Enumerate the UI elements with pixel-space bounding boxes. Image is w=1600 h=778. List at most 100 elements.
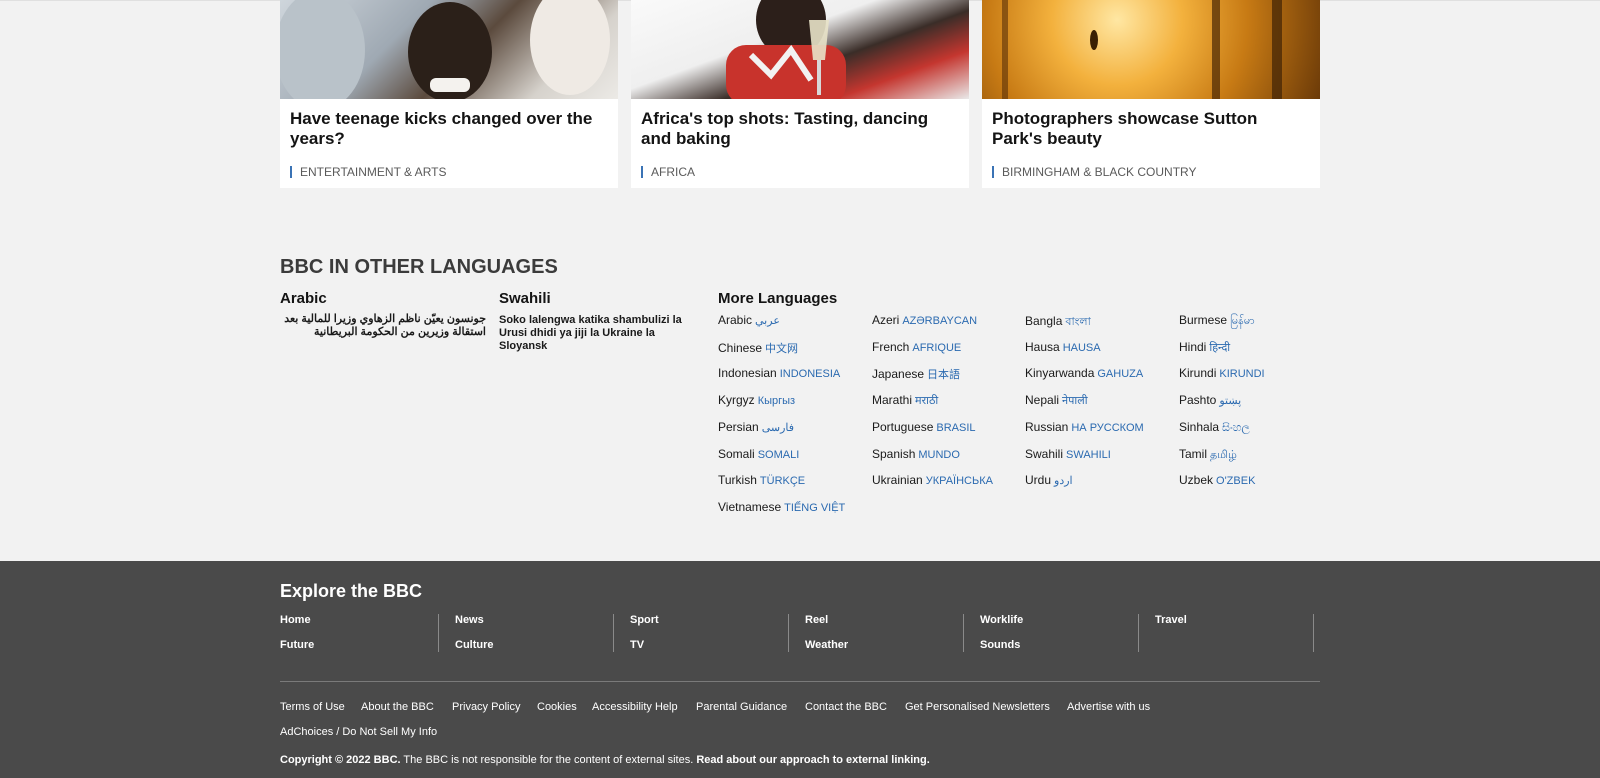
footer-nav-link[interactable]: Travel bbox=[1155, 614, 1187, 626]
language-link[interactable]: Arabic عربي bbox=[718, 313, 780, 327]
story-section-tag[interactable]: BIRMINGHAM & BLACK COUNTRY bbox=[992, 166, 1196, 178]
language-link[interactable]: Russian НА РУССКОМ bbox=[1025, 420, 1144, 434]
footer-nav-link[interactable]: Culture bbox=[455, 639, 494, 651]
story-headline[interactable]: Have teenage kicks changed over the year… bbox=[290, 109, 610, 149]
footer-nav: Home Future News Culture Sport TV Reel Weather W… bbox=[280, 614, 1320, 666]
language-link[interactable]: Indonesian INDONESIA bbox=[718, 366, 840, 380]
footer-legal-link[interactable]: Parental Guidance bbox=[696, 701, 787, 713]
language-link[interactable]: French AFRIQUE bbox=[872, 340, 961, 354]
language-native-name: TIẾNG VIỆT bbox=[784, 502, 846, 514]
language-link[interactable]: Urdu اردو bbox=[1025, 473, 1073, 487]
language-name: Japanese bbox=[872, 367, 925, 381]
footer-nav-separator bbox=[1138, 614, 1139, 652]
language-link[interactable]: Kyrgyz Кыргыз bbox=[718, 393, 795, 407]
language-link[interactable]: Nepali नेपाली bbox=[1025, 393, 1088, 408]
language-link[interactable]: Turkish TÜRKÇE bbox=[718, 473, 805, 487]
language-link[interactable]: Hindi हिन्दी bbox=[1179, 340, 1230, 355]
language-native-name: فارسی bbox=[761, 422, 794, 434]
story-section-tag[interactable]: ENTERTAINMENT & ARTS bbox=[290, 166, 446, 178]
footer-nav-link[interactable]: Sport bbox=[630, 614, 659, 626]
footer-nav-link[interactable]: Future bbox=[280, 639, 314, 651]
language-link[interactable]: Bangla বাংলা bbox=[1025, 313, 1091, 332]
footer-legal-link[interactable]: Terms of Use bbox=[280, 701, 345, 713]
swahili-story-link[interactable]: Soko lalengwa katika shambulizi la Urusi… bbox=[499, 314, 699, 353]
language-native-name: GAHUZA bbox=[1097, 368, 1144, 380]
language-name: Indonesian bbox=[718, 366, 777, 380]
language-name: Kyrgyz bbox=[718, 393, 755, 407]
language-name: Ukrainian bbox=[872, 473, 923, 487]
language-native-name: O'ZBEK bbox=[1216, 475, 1256, 487]
language-link[interactable]: Somali SOMALI bbox=[718, 447, 799, 461]
language-link[interactable]: Kinyarwanda GAHUZA bbox=[1025, 366, 1143, 380]
footer-legal-link[interactable]: AdChoices / Do Not Sell My Info bbox=[280, 726, 437, 738]
language-link[interactable]: Sinhala සිංහල bbox=[1179, 420, 1250, 435]
footer-nav-separator bbox=[613, 614, 614, 652]
footer-nav-link[interactable]: TV bbox=[630, 639, 644, 651]
story-headline[interactable]: Africa's top shots: Tasting, dancing and… bbox=[641, 109, 961, 149]
footer-legal-link[interactable]: Cookies bbox=[537, 701, 577, 713]
footer-nav-link[interactable]: Reel bbox=[805, 614, 828, 626]
footer-nav-link[interactable]: Sounds bbox=[980, 639, 1020, 651]
footer-legal-link[interactable]: Advertise with us bbox=[1067, 701, 1150, 713]
footer-nav-link[interactable]: Worklife bbox=[980, 614, 1023, 626]
language-native-name: မြန်မာ bbox=[1230, 315, 1255, 327]
footer-nav-link[interactable]: Weather bbox=[805, 639, 848, 651]
language-name: Marathi bbox=[872, 393, 913, 407]
language-native-name: УКРАЇНСЬКА bbox=[925, 475, 993, 487]
language-link[interactable]: Spanish MUNDO bbox=[872, 447, 960, 461]
swahili-heading[interactable]: Swahili bbox=[499, 290, 551, 307]
language-native-name: हिन्दी bbox=[1209, 342, 1231, 354]
arabic-story-link[interactable]: جونسون يعيّن ناظم الزهاوي وزيرا للمالية … bbox=[280, 313, 486, 339]
story-card[interactable]: Have teenage kicks changed over the year… bbox=[280, 0, 618, 188]
language-link[interactable]: Ukrainian УКРАЇНСЬКА bbox=[872, 473, 993, 487]
language-native-name: BRASIL bbox=[936, 422, 976, 434]
language-link[interactable]: Marathi मराठी bbox=[872, 393, 938, 408]
language-name: Russian bbox=[1025, 420, 1069, 434]
footer-legal-link[interactable]: About the BBC bbox=[361, 701, 434, 713]
language-native-name: Кыргыз bbox=[757, 395, 796, 407]
story-image[interactable] bbox=[982, 0, 1320, 99]
footer-nav-separator bbox=[788, 614, 789, 652]
footer-nav-link[interactable]: Home bbox=[280, 614, 311, 626]
language-link[interactable]: Vietnamese TIẾNG VIỆT bbox=[718, 500, 845, 514]
language-link[interactable]: Azeri AZƏRBAYCAN bbox=[872, 313, 977, 327]
footer: Explore the BBC Home Future News Culture Spo… bbox=[0, 561, 1600, 778]
language-link[interactable]: Pashto پښتو bbox=[1179, 393, 1241, 407]
language-link[interactable]: Portuguese BRASIL bbox=[872, 420, 976, 434]
footer-legal-link[interactable]: Privacy Policy bbox=[452, 701, 520, 713]
language-native-name: KIRUNDI bbox=[1219, 368, 1265, 380]
language-link[interactable]: Chinese 中文网 bbox=[718, 340, 798, 356]
story-headline[interactable]: Photographers showcase Sutton Park's bea… bbox=[992, 109, 1312, 149]
footer-nav-separator bbox=[438, 614, 439, 652]
footer-nav-link[interactable]: News bbox=[455, 614, 484, 626]
language-link[interactable]: Uzbek O'ZBEK bbox=[1179, 473, 1255, 487]
story-image[interactable] bbox=[631, 0, 969, 99]
language-link[interactable]: Kirundi KIRUNDI bbox=[1179, 366, 1265, 380]
footer-nav-column: Reel Weather bbox=[805, 614, 964, 666]
language-native-name: HAUSA bbox=[1062, 342, 1101, 354]
language-native-name: TÜRKÇE bbox=[759, 475, 806, 487]
language-native-name: НА РУССКОМ bbox=[1071, 422, 1144, 434]
external-linking-link[interactable]: Read about our approach to external link… bbox=[696, 754, 929, 766]
language-name: Somali bbox=[718, 447, 755, 461]
footer-legal-link[interactable]: Contact the BBC bbox=[805, 701, 887, 713]
story-card[interactable]: Africa's top shots: Tasting, dancing and… bbox=[631, 0, 969, 188]
language-native-name: AZƏRBAYCAN bbox=[902, 315, 978, 327]
footer-nav-column: Home Future bbox=[280, 614, 439, 666]
footer-legal-link[interactable]: Accessibility Help bbox=[592, 701, 678, 713]
story-card[interactable]: Photographers showcase Sutton Park's bea… bbox=[982, 0, 1320, 188]
language-link[interactable]: Burmese မြန်မာ bbox=[1179, 313, 1255, 330]
language-link[interactable]: Japanese 日本語 bbox=[872, 366, 960, 382]
arabic-heading[interactable]: Arabic bbox=[280, 290, 327, 307]
language-native-name: MUNDO bbox=[918, 449, 960, 461]
language-native-name: 日本語 bbox=[927, 369, 961, 381]
footer-legal-link[interactable]: Get Personalised Newsletters bbox=[905, 701, 1050, 713]
language-name: Burmese bbox=[1179, 313, 1228, 327]
language-link[interactable]: Hausa HAUSA bbox=[1025, 340, 1101, 354]
language-link[interactable]: Swahili SWAHILI bbox=[1025, 447, 1111, 461]
language-link[interactable]: Persian فارسی bbox=[718, 420, 794, 434]
story-section-tag[interactable]: AFRICA bbox=[641, 166, 695, 178]
story-image[interactable] bbox=[280, 0, 618, 99]
language-link[interactable]: Tamil தமிழ் bbox=[1179, 447, 1237, 463]
footer-nav-column: Travel bbox=[1155, 614, 1314, 666]
